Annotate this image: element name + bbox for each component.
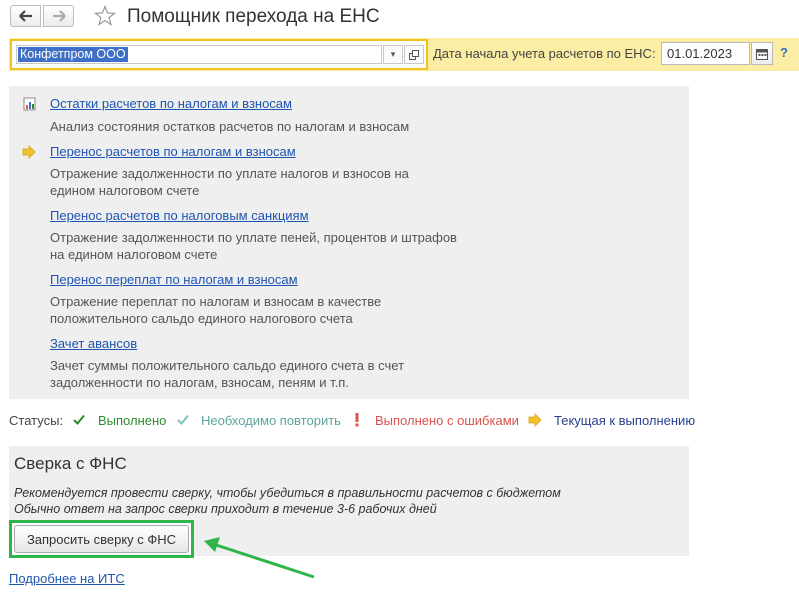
page-title: Помощник перехода на ЕНС [127, 6, 380, 27]
desc-line: Отражение переплат по налогам и взносам … [50, 294, 382, 309]
desc-line: Отражение задолженности по уплате пеней,… [50, 230, 457, 245]
chevron-down-icon: ▾ [390, 49, 396, 59]
desc-line: на едином налоговом счете [50, 247, 218, 262]
step-link-overpayments[interactable]: Перенос переплат по налогам и взносам [50, 272, 298, 287]
annotation-arrow-icon [204, 537, 315, 579]
exclamation-icon [355, 413, 359, 427]
status-errors: Выполнено с ошибками [375, 413, 519, 428]
response-time-note: Обычно ответ на запрос сверки приходит в… [14, 502, 437, 516]
status-done: Выполнено [98, 413, 167, 428]
organization-field[interactable]: Конфетпром ООО ▾ [10, 39, 428, 70]
date-input[interactable]: 01.01.2023 [661, 42, 750, 65]
calendar-icon [756, 48, 768, 60]
check-icon [73, 414, 85, 425]
arrow-left-icon [18, 10, 32, 22]
dropdown-button[interactable]: ▾ [383, 45, 403, 64]
forward-button[interactable] [43, 5, 74, 27]
step-link-balances[interactable]: Остатки расчетов по налогам и взносам [50, 96, 292, 111]
desc-line: задолженности по налогам, взносам, пеням… [50, 375, 349, 390]
desc-line: Анализ состояния остатков расчетов по на… [50, 119, 410, 134]
step-desc-advances: Зачет суммы положительного сальдо единог… [50, 357, 404, 391]
step-desc-balances: Анализ состояния остатков расчетов по на… [50, 118, 409, 135]
check-light-icon [177, 414, 189, 425]
favorite-star-icon[interactable] [94, 5, 116, 27]
arrow-right-icon [52, 10, 66, 22]
step-desc-tax-settlements: Отражение задолженности по уплате налого… [50, 165, 409, 199]
recommendation-note: Рекомендуется провести сверку, чтобы убе… [14, 486, 561, 500]
arrow-icon [528, 413, 542, 427]
status-repeat: Необходимо повторить [201, 413, 341, 428]
statuses-label: Статусы: [9, 413, 64, 428]
desc-line: едином налоговом счете [50, 183, 200, 198]
report-icon [23, 97, 36, 111]
desc-line: положительного сальдо единого налогового… [50, 311, 353, 326]
current-arrow-icon [22, 145, 36, 159]
open-window-icon [409, 49, 419, 60]
back-button[interactable] [10, 5, 41, 27]
request-reconciliation-button[interactable]: Запросить сверку с ФНС [14, 525, 189, 553]
status-current: Текущая к выполнению [554, 413, 696, 428]
step-link-tax-settlements[interactable]: Перенос расчетов по налогам и взносам [50, 144, 296, 159]
organization-input[interactable]: Конфетпром ООО [16, 45, 382, 64]
section-title: Сверка с ФНС [14, 454, 127, 473]
desc-line: Зачет суммы положительного сальдо единог… [50, 358, 405, 373]
calendar-button[interactable] [751, 42, 773, 65]
organization-value: Конфетпром ООО [18, 47, 128, 62]
help-icon[interactable]: ? [780, 45, 788, 60]
step-desc-overpayments: Отражение переплат по налогам и взносам … [50, 293, 381, 327]
desc-line: Отражение задолженности по уплате налого… [50, 166, 409, 181]
step-link-advances[interactable]: Зачет авансов [50, 336, 137, 351]
step-desc-sanctions: Отражение задолженности по уплате пеней,… [50, 229, 457, 263]
open-button[interactable] [404, 45, 424, 64]
step-link-sanctions[interactable]: Перенос расчетов по налоговым санкциям [50, 208, 309, 223]
more-info-link[interactable]: Подробнее на ИТС [9, 571, 125, 586]
date-label: Дата начала учета расчетов по ЕНС: [433, 46, 656, 61]
